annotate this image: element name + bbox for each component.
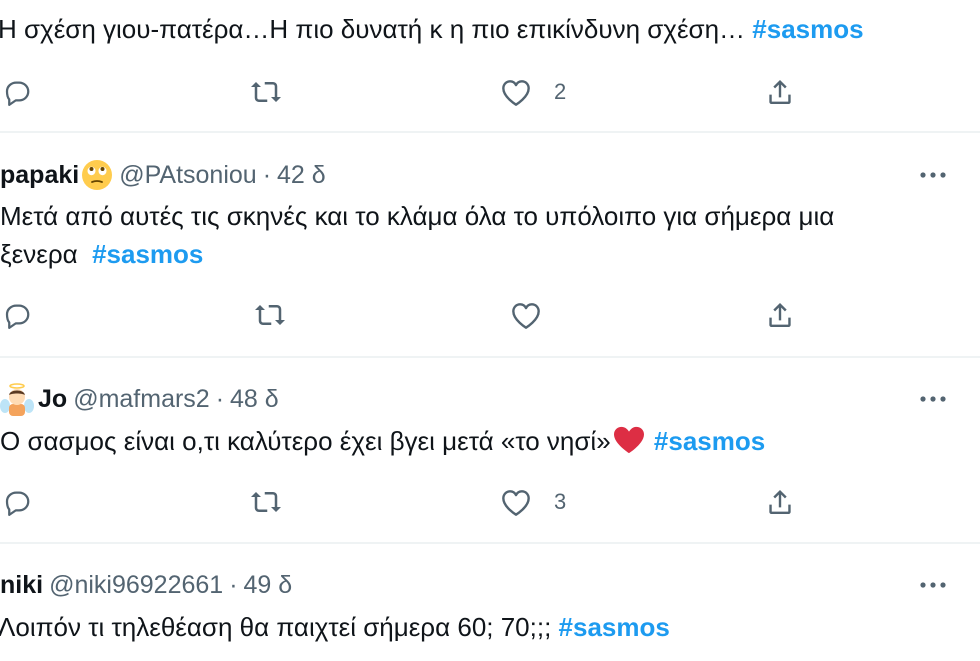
more-icon [920, 172, 946, 178]
retweet-button[interactable] [248, 482, 284, 522]
tweet-text-line: Μετά από αυτές τις σκηνές και το κλάμα ό… [0, 201, 835, 231]
like-button[interactable]: 3 [500, 482, 566, 522]
reply-button[interactable] [2, 72, 32, 112]
retweet-icon [251, 492, 281, 512]
tweet-timestamp[interactable]: 42 δ [277, 161, 326, 190]
tweet-header: Jo @mafmars2 · 48 δ [0, 382, 279, 416]
heart-icon [512, 303, 540, 329]
tweet-3[interactable]: Jo @mafmars2 · 48 δ Ο σασμος είναι ο,τι … [0, 358, 980, 542]
retweet-button[interactable] [248, 72, 284, 112]
like-count: 2 [554, 79, 567, 104]
like-count: 3 [554, 489, 567, 514]
retweet-button[interactable] [252, 295, 288, 335]
tweet-actions: 3 [0, 482, 980, 522]
hashtag-link[interactable]: #sasmos [559, 612, 670, 642]
tweet-body: Λοιπόν τι τηλεθέαση θα παιχτεί σήμερα 60… [0, 612, 559, 642]
more-options-button[interactable] [918, 570, 948, 600]
tweet-timestamp[interactable]: 49 δ [244, 571, 293, 600]
tweet-text: Λοιπόν τι τηλεθέαση θα παιχτεί σήμερα 60… [0, 608, 968, 646]
separator-dot: · [262, 160, 272, 189]
user-handle[interactable]: @niki96922661 [49, 571, 223, 600]
hashtag-link[interactable]: #sasmos [92, 239, 203, 269]
tweet-timestamp[interactable]: 48 δ [230, 385, 279, 414]
tweet-header: papaki @PAtsoniou · 42 δ [0, 158, 326, 192]
tweet-4[interactable]: niki @niki96922661 · 49 δ Λοιπόν τι τηλε… [0, 544, 980, 661]
like-button[interactable]: 2 [500, 72, 566, 112]
retweet-icon [255, 305, 285, 325]
tweet-1[interactable]: Η σχέση γιου-πατέρα…Η πιο δυνατή κ η πιο… [0, 0, 980, 130]
separator-dot: · [215, 384, 225, 413]
red-heart-emoji-icon [613, 426, 644, 454]
share-icon [769, 490, 791, 514]
user-display-name[interactable]: Jo [38, 385, 67, 414]
user-handle[interactable]: @PAtsoniou [119, 161, 257, 190]
reply-icon [5, 491, 30, 516]
more-options-button[interactable] [918, 160, 948, 190]
like-button[interactable] [510, 295, 564, 335]
reply-icon [5, 304, 30, 329]
heart-icon [502, 490, 530, 516]
more-icon [920, 396, 946, 402]
angel-emoji-icon [0, 383, 34, 416]
tweet-body: Η σχέση γιου-πατέρα…Η πιο δυνατή κ η πιο… [0, 14, 753, 44]
user-display-name[interactable]: niki [0, 571, 43, 600]
tweet-text: Η σχέση γιου-πατέρα…Η πιο δυνατή κ η πιο… [0, 10, 968, 48]
user-handle[interactable]: @mafmars2 [73, 385, 210, 414]
tweet-2[interactable]: papaki @PAtsoniou · 42 δ Μετά από αυτές … [0, 133, 980, 356]
more-icon [920, 582, 946, 588]
separator-dot: · [229, 570, 238, 599]
user-display-name[interactable]: papaki [0, 161, 79, 190]
tweet-body: ξενερα [0, 239, 93, 269]
share-icon [769, 80, 791, 104]
hashtag-link[interactable]: #sasmos [752, 14, 863, 44]
tweet-text: Μετά από αυτές τις σκηνές και το κλάμα ό… [0, 197, 970, 273]
reply-icon [5, 81, 30, 106]
heart-icon [502, 80, 530, 106]
retweet-icon [251, 82, 281, 102]
share-button[interactable] [764, 72, 796, 112]
more-options-button[interactable] [918, 384, 948, 414]
tweet-header: niki @niki96922661 · 49 δ [0, 568, 292, 602]
tweet-actions: 2 [0, 72, 980, 112]
rolling-eyes-emoji-icon [82, 160, 113, 190]
tweet-actions [0, 295, 980, 335]
share-button[interactable] [764, 482, 796, 522]
tweet-text: Ο σασμος είναι ο,τι καλύτερο έχει βγει μ… [0, 422, 970, 460]
reply-button[interactable] [2, 295, 32, 335]
hashtag-link[interactable]: #sasmos [654, 426, 765, 456]
share-icon [769, 303, 791, 327]
tweet-body: Ο σασμος είναι ο,τι καλύτερο έχει βγει μ… [0, 426, 611, 456]
tweet-text-line: ξενερα #sasmos [0, 235, 970, 273]
reply-button[interactable] [2, 482, 32, 522]
share-button[interactable] [764, 295, 796, 335]
tweet-feed: Η σχέση γιου-πατέρα…Η πιο δυνατή κ η πιο… [0, 0, 980, 661]
